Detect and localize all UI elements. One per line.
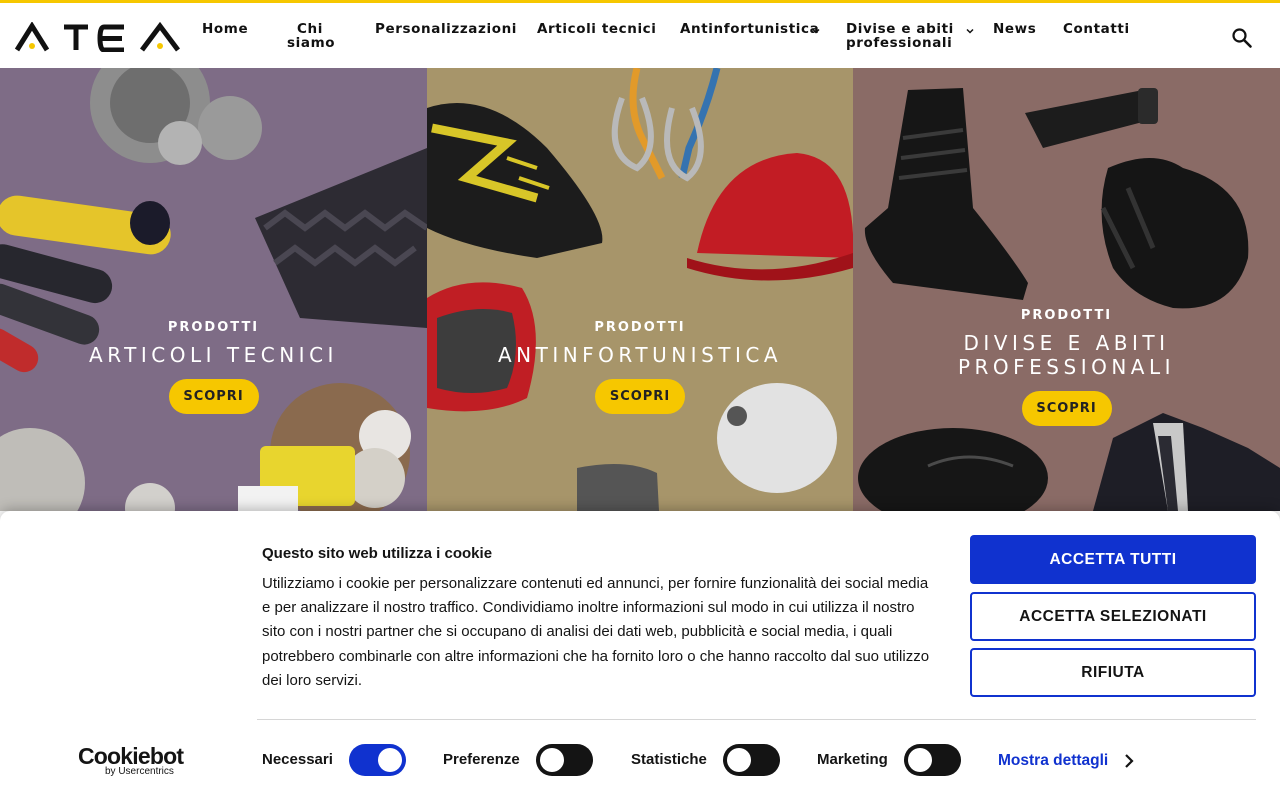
chevron-down-icon[interactable] xyxy=(966,27,974,35)
uniforms-products-image xyxy=(858,88,1280,511)
hero-panel-articoli-tecnici[interactable]: PRODOTTI ARTICOLI TECNICI SCOPRI xyxy=(0,68,427,511)
hero-eyebrow: PRODOTTI xyxy=(594,320,686,335)
hero-caption: PRODOTTI ANTINFORTUNISTICA SCOPRI xyxy=(427,320,853,414)
hero-eyebrow: PRODOTTI xyxy=(1020,308,1113,323)
toggle-knob xyxy=(540,748,564,772)
hero-title-line1: DIVISE E ABITI xyxy=(963,331,1170,355)
reject-button[interactable]: RIFIUTA xyxy=(970,648,1256,697)
toggle-label-preferenze: Preferenze xyxy=(443,751,520,768)
divider xyxy=(257,719,1256,720)
toggle-statistiche[interactable] xyxy=(723,744,780,776)
search-icon[interactable] xyxy=(1231,27,1253,49)
hero-title: ARTICOLI TECNICI xyxy=(89,343,338,367)
nav-personalizzazioni[interactable]: Personalizzazioni xyxy=(375,22,517,37)
cookiebot-byline: by Usercentrics xyxy=(105,766,174,777)
hero-caption: PRODOTTI ARTICOLI TECNICI SCOPRI xyxy=(0,320,427,414)
nav-news[interactable]: News xyxy=(993,22,1036,37)
site-header: Home Chi siamo Personalizzazioni Articol… xyxy=(0,0,1280,68)
toggle-necessari[interactable] xyxy=(349,744,406,776)
hero-caption: PRODOTTI DIVISE E ABITI PROFESSIONALI SC… xyxy=(853,308,1280,426)
hero-title: ANTINFORTUNISTICA xyxy=(497,343,783,367)
cookie-description: Utilizziamo i cookie per personalizzare … xyxy=(262,575,930,689)
nav-chi-siamo-line2: siamo xyxy=(287,34,336,51)
toggle-knob xyxy=(908,748,932,772)
scopri-button[interactable]: SCOPRI xyxy=(595,379,685,414)
scopri-button[interactable]: SCOPRI xyxy=(1021,391,1112,426)
safety-products-image xyxy=(427,68,853,511)
toggle-knob xyxy=(378,748,402,772)
hero-panel-antinfortunistica[interactable]: PRODOTTI ANTINFORTUNISTICA SCOPRI xyxy=(427,68,853,511)
chevron-right-icon[interactable] xyxy=(1123,753,1135,769)
nav-home[interactable]: Home xyxy=(202,22,248,37)
cookie-banner: Questo sito web utilizza i cookie Utiliz… xyxy=(0,511,1280,800)
hero-title-line2: PROFESSIONALI xyxy=(957,355,1176,379)
toggle-preferenze[interactable] xyxy=(536,744,593,776)
toggle-label-marketing: Marketing xyxy=(817,751,888,768)
nav-divise-line2: professionali xyxy=(846,34,953,51)
toggle-label-statistiche: Statistiche xyxy=(631,751,707,768)
scopri-button[interactable]: SCOPRI xyxy=(168,379,259,414)
nav-divise-abiti[interactable]: Divise e abiti professionali xyxy=(846,22,954,51)
hero-eyebrow: PRODOTTI xyxy=(167,320,260,335)
show-details-link[interactable]: Mostra dettagli xyxy=(998,752,1108,770)
nav-chi-siamo[interactable]: Chi siamo xyxy=(287,22,336,51)
nav-antinfortunistica[interactable]: Antinfortunistica xyxy=(680,22,819,37)
toggle-marketing[interactable] xyxy=(904,744,961,776)
toggle-label-necessari: Necessari xyxy=(262,751,333,768)
accept-selected-button[interactable]: ACCETTA SELEZIONATI xyxy=(970,592,1256,641)
accept-all-button[interactable]: ACCETTA TUTTI xyxy=(970,535,1256,584)
atea-logo[interactable] xyxy=(14,22,182,52)
hero-panel-divise[interactable]: PRODOTTI DIVISE E ABITI PROFESSIONALI SC… xyxy=(853,68,1280,511)
chevron-down-icon[interactable] xyxy=(812,27,820,35)
cookie-title: Questo sito web utilizza i cookie xyxy=(262,545,493,562)
cookiebot-wordmark: Cookiebot xyxy=(78,743,184,769)
technical-products-image xyxy=(0,68,427,511)
cookiebot-logo[interactable]: Cookiebot by Usercentrics xyxy=(78,743,184,777)
nav-contatti[interactable]: Contatti xyxy=(1063,22,1130,37)
hero-title: DIVISE E ABITI PROFESSIONALI xyxy=(853,331,1280,379)
nav-articoli-tecnici[interactable]: Articoli tecnici xyxy=(537,22,657,37)
toggle-knob xyxy=(727,748,751,772)
